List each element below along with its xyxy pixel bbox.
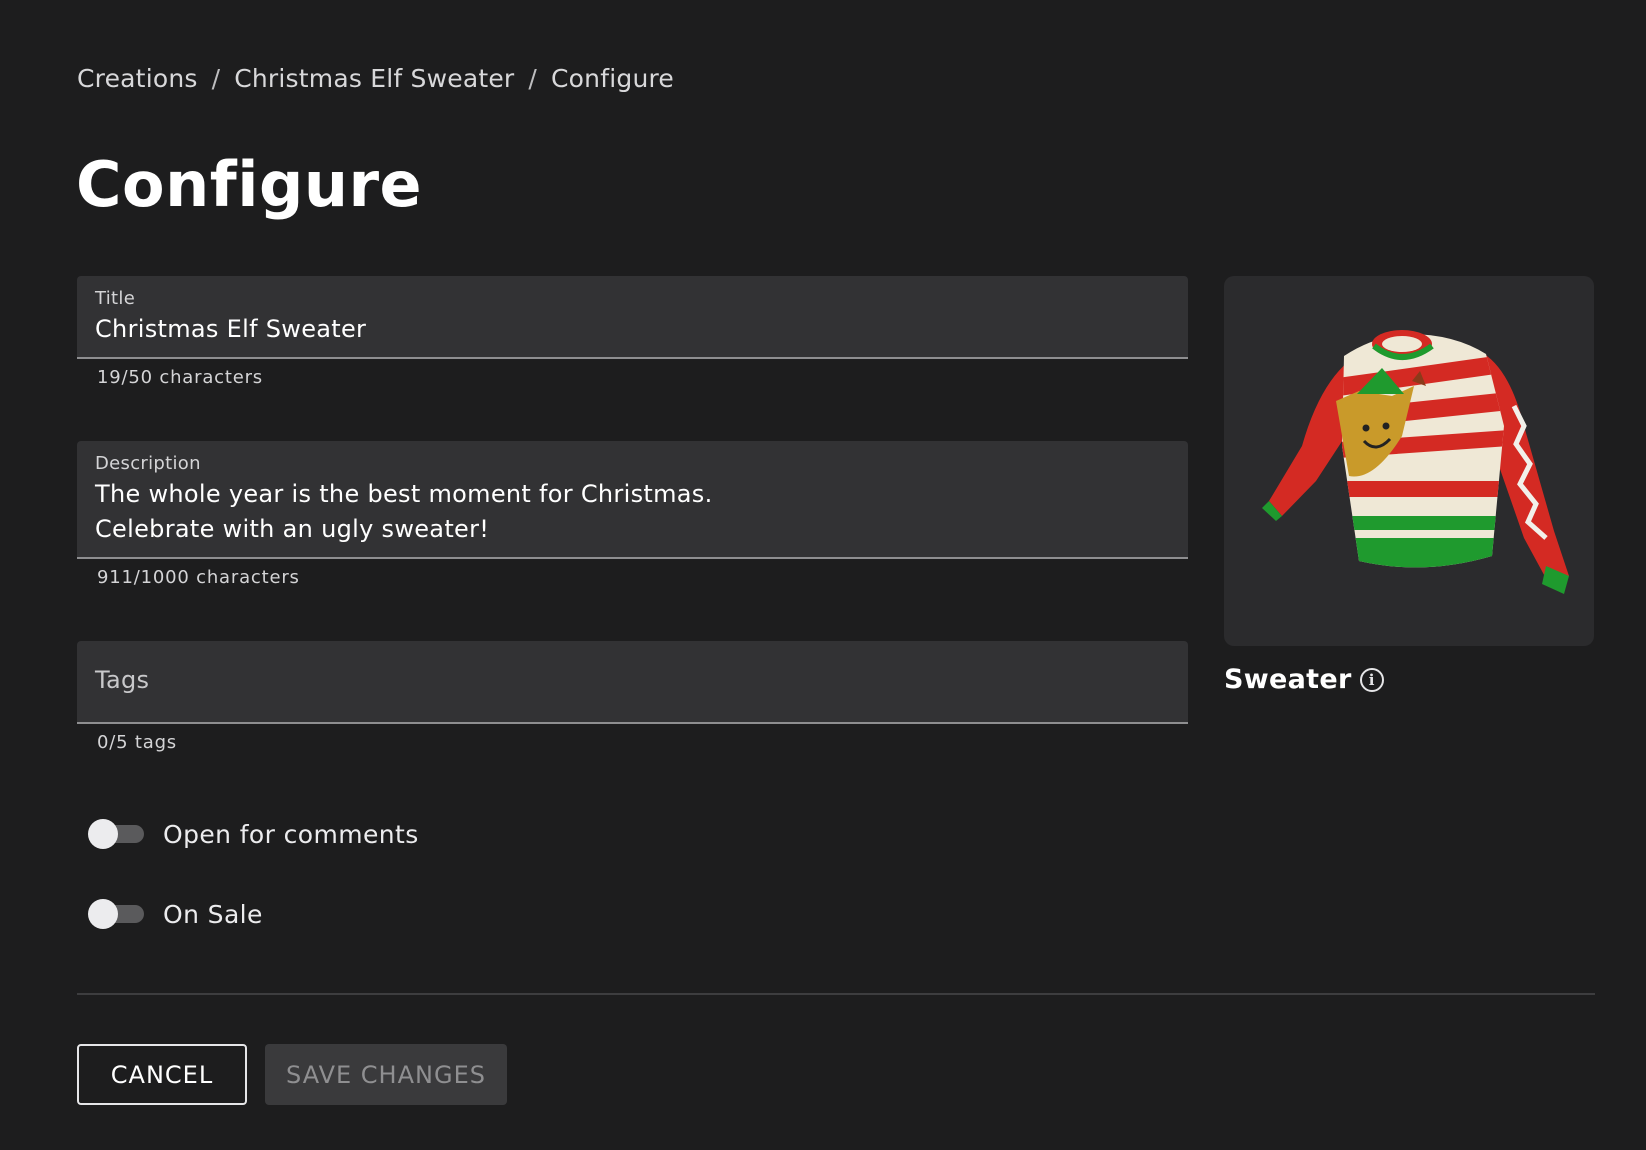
title-field[interactable]: Title Christmas Elf Sweater [77, 276, 1188, 359]
tags-placeholder: Tags [95, 666, 150, 694]
on-sale-toggle-row[interactable]: On Sale [88, 898, 263, 930]
on-sale-label: On Sale [163, 899, 263, 929]
asset-type-label: Sweater i [1224, 664, 1384, 695]
on-sale-switch[interactable] [88, 898, 146, 930]
cancel-button[interactable]: CANCEL [77, 1044, 247, 1105]
open-for-comments-toggle-row[interactable]: Open for comments [88, 818, 419, 850]
footer-divider [77, 993, 1595, 995]
tags-counter: 0/5 tags [97, 732, 177, 753]
breadcrumb-current: Configure [551, 64, 674, 93]
tags-input[interactable]: Tags [77, 641, 1188, 724]
page-title: Configure [76, 148, 423, 221]
breadcrumb-item-name[interactable]: Christmas Elf Sweater [234, 64, 514, 93]
save-changes-button[interactable]: SAVE CHANGES [265, 1044, 507, 1105]
description-char-counter: 911/1000 characters [97, 567, 300, 588]
breadcrumb-creations[interactable]: Creations [77, 64, 198, 93]
breadcrumb-separator: / [211, 64, 221, 93]
open-for-comments-switch[interactable] [88, 818, 146, 850]
title-field-label: Title [95, 288, 136, 309]
title-char-counter: 19/50 characters [97, 367, 263, 388]
description-field-label: Description [95, 453, 201, 474]
description-field-value[interactable]: The whole year is the best moment for Ch… [95, 477, 713, 547]
open-for-comments-label: Open for comments [163, 819, 419, 849]
asset-type-name: Sweater [1224, 664, 1352, 695]
info-icon[interactable]: i [1359, 667, 1384, 692]
sweater-image [1262, 330, 1569, 594]
asset-preview-thumbnail [1224, 276, 1594, 646]
breadcrumb: Creations / Christmas Elf Sweater / Conf… [77, 64, 674, 93]
breadcrumb-separator: / [528, 64, 538, 93]
description-field[interactable]: Description The whole year is the best m… [77, 441, 1188, 559]
title-field-value[interactable]: Christmas Elf Sweater [95, 312, 366, 347]
